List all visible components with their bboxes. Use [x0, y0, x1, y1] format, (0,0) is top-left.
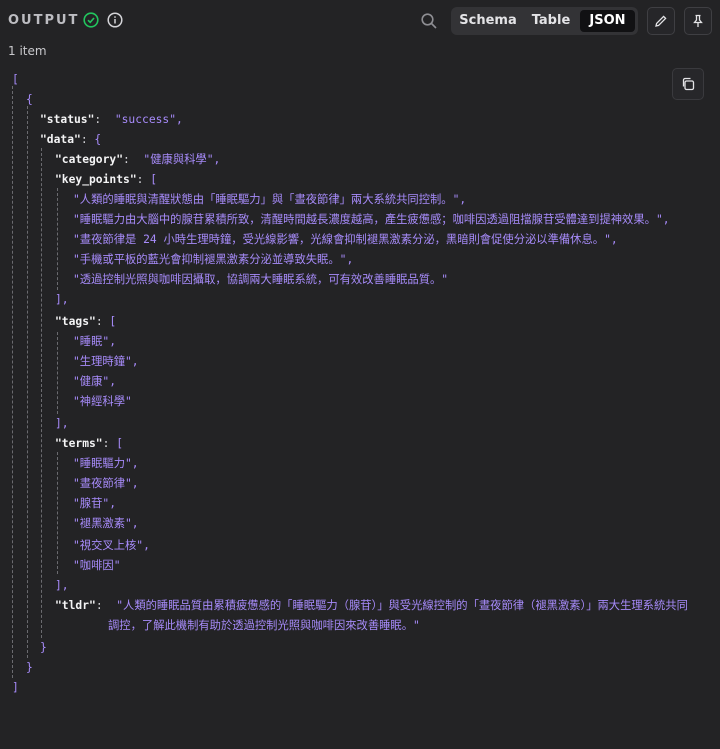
- status-value: "success": [114, 113, 177, 126]
- json-field-key-points: "key_points": [: [55, 173, 158, 186]
- json-field-terms: "terms": [: [55, 437, 124, 450]
- json-field-tags: "tags": [: [55, 315, 117, 328]
- json-string-item: "咖啡因": [73, 559, 121, 572]
- json-string-item: "生理時鐘",: [73, 355, 139, 368]
- output-header: OUTPUT Schema Table JSON: [0, 0, 720, 42]
- json-field-status: "status": "success",: [40, 113, 183, 126]
- search-icon[interactable]: [420, 12, 438, 30]
- tldr-value: "人類的睡眠品質由累積疲憊感的「睡眠驅力（腺苷）」與受光線控制的「晝夜節律（褪黑…: [116, 599, 688, 612]
- tab-schema[interactable]: Schema: [455, 10, 521, 32]
- indent-guide: [57, 188, 58, 290]
- json-string-item: "視交叉上核",: [73, 539, 150, 552]
- json-string-item: "手機或平板的藍光會抑制褪黑激素分泌並導致失眠。",: [73, 253, 354, 266]
- json-string-item: "神經科學": [73, 395, 132, 408]
- info-icon[interactable]: [107, 12, 123, 28]
- view-mode-tabs: Schema Table JSON: [451, 7, 638, 35]
- json-line: ],: [55, 579, 69, 592]
- json-field-data: "data": {: [40, 133, 102, 146]
- json-string-item: "晝夜節律",: [73, 477, 139, 490]
- tldr-continuation: 調控，了解此機制有助於透過控制光照與咖啡因來改善睡眠。": [108, 619, 420, 632]
- result-count: 1 item: [8, 44, 47, 58]
- json-line: ]: [12, 681, 19, 694]
- success-check-icon: [83, 12, 99, 28]
- json-line: [: [12, 73, 19, 86]
- pencil-icon: [655, 15, 667, 27]
- indent-guide: [12, 86, 13, 678]
- indent-guide: [27, 106, 28, 658]
- json-string-item: "睡眠",: [73, 335, 117, 348]
- json-string-item: "晝夜節律是 24 小時生理時鐘，受光線影響，光線會抑制褪黑激素分泌，黑暗則會促…: [73, 233, 618, 246]
- tab-table[interactable]: Table: [525, 10, 577, 32]
- json-string-item: "人類的睡眠與清醒狀態由「睡眠驅力」與「晝夜節律」兩大系統共同控制。",: [73, 193, 467, 206]
- json-string-item: "腺苷",: [73, 497, 117, 510]
- edit-button[interactable]: [647, 7, 675, 35]
- indent-guide: [41, 148, 42, 638]
- pin-icon: [693, 14, 703, 27]
- copy-icon: [682, 77, 695, 91]
- json-field-category: "category": "健康與科學",: [55, 153, 221, 166]
- json-string-item: "睡眠驅力由大腦中的腺苷累積所致，清醒時間越長濃度越高，產生疲憊感；咖啡因透過阻…: [73, 213, 670, 226]
- json-line: }: [40, 641, 47, 654]
- json-line: }: [26, 661, 33, 674]
- category-value: "健康與科學": [143, 153, 214, 166]
- json-string-item: "健康",: [73, 375, 117, 388]
- pin-button[interactable]: [684, 7, 712, 35]
- panel-title: OUTPUT: [8, 13, 80, 28]
- json-string-item: "透過控制光照與咖啡因攝取，協調兩大睡眠系統，可有效改善睡眠品質。": [73, 273, 449, 286]
- json-string-item: "褪黑激素",: [73, 517, 139, 530]
- tab-json[interactable]: JSON: [580, 10, 635, 32]
- json-string-item: "睡眠驅力",: [73, 457, 139, 470]
- copy-button[interactable]: [672, 68, 704, 100]
- json-line: {: [26, 93, 33, 106]
- json-field-tldr: "tldr": "人類的睡眠品質由累積疲憊感的「睡眠驅力（腺苷）」與受光線控制的…: [55, 599, 688, 612]
- json-line: ],: [55, 293, 69, 306]
- indent-guide: [57, 332, 58, 414]
- indent-guide: [57, 452, 58, 574]
- json-line: ],: [55, 417, 69, 430]
